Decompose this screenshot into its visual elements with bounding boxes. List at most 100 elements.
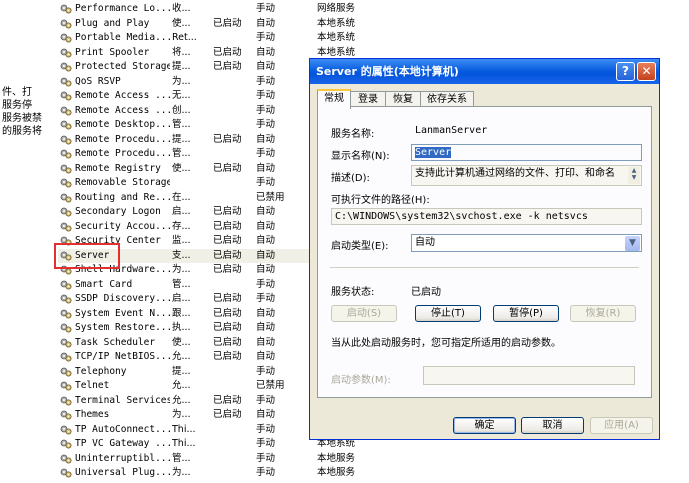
service-name: Remote Registry bbox=[75, 162, 161, 174]
service-gear-icon bbox=[60, 48, 72, 57]
service-status: 已启动 bbox=[213, 206, 242, 217]
service-status-value: 已启动 bbox=[411, 287, 441, 298]
startup-params-field[interactable] bbox=[423, 366, 635, 385]
tab-dependencies[interactable]: 依存关系 bbox=[420, 91, 474, 107]
service-logon: 本地系统 bbox=[317, 32, 356, 43]
service-desc: 提... bbox=[172, 61, 191, 72]
service-startup: 已禁用 bbox=[256, 191, 285, 203]
service-gear-icon bbox=[60, 193, 72, 202]
ok-button[interactable]: 确定 bbox=[453, 417, 516, 434]
service-startup: 自动 bbox=[256, 235, 276, 246]
service-name: Secondary Logon bbox=[75, 206, 161, 217]
service-startup: 自动 bbox=[256, 336, 276, 348]
start-button[interactable]: 启动(S) bbox=[331, 305, 397, 322]
tab-general[interactable]: 常规 bbox=[317, 89, 351, 109]
service-desc: 创... bbox=[172, 104, 191, 116]
description-label: 描述(D): bbox=[331, 173, 370, 184]
service-row[interactable]: Plug and Play 使... 已启动 自动 本地系统 bbox=[58, 17, 358, 32]
startup-params-hint: 当从此处启动服务时，您可指定所适用的启动参数。 bbox=[331, 338, 561, 349]
service-status: 已启动 bbox=[213, 235, 242, 246]
service-startup: 手动 bbox=[256, 75, 276, 87]
service-startup: 自动 bbox=[256, 46, 276, 58]
resume-button[interactable]: 恢复(R) bbox=[570, 305, 636, 322]
description-field[interactable]: 支持此计算机通过网络的文件、打印、和命名 ▲ ▼ bbox=[411, 165, 642, 186]
service-startup: 自动 bbox=[256, 307, 276, 319]
desc-line: 件、打 bbox=[2, 87, 32, 98]
service-startup: 自动 bbox=[256, 351, 276, 362]
service-row[interactable]: Portable Media... Ret... 手动 本地系统 bbox=[58, 31, 358, 46]
service-row[interactable]: Universal Plug... 为... 手动 本地服务 bbox=[58, 466, 358, 481]
service-startup: 自动 bbox=[256, 162, 276, 174]
service-gear-icon bbox=[60, 294, 72, 304]
service-startup: 自动 bbox=[256, 409, 276, 420]
service-gear-icon bbox=[60, 33, 72, 43]
service-name: SSDP Discovery... bbox=[75, 293, 170, 304]
service-gear-icon bbox=[60, 178, 72, 188]
service-name: Remote Access ... bbox=[75, 104, 170, 116]
tab-logon[interactable]: 登录 bbox=[350, 91, 386, 107]
service-gear-icon bbox=[60, 4, 72, 14]
service-gear-icon bbox=[60, 207, 72, 217]
service-gear-icon bbox=[60, 396, 72, 405]
desc-line: 服务被禁 bbox=[2, 113, 42, 124]
service-row[interactable]: Uninterruptibl... 管... 手动 本地服务 bbox=[58, 452, 358, 467]
service-startup: 自动 bbox=[256, 133, 276, 145]
desc-line: 的服务将 bbox=[2, 126, 42, 137]
service-status-label: 服务状态: bbox=[331, 287, 375, 298]
service-startup: 手动 bbox=[256, 394, 276, 406]
service-desc: 允... bbox=[172, 351, 191, 362]
service-gear-icon bbox=[60, 280, 72, 289]
service-desc: 为... bbox=[172, 264, 191, 275]
service-status: 已启动 bbox=[213, 17, 242, 29]
service-startup: 手动 bbox=[256, 467, 276, 478]
general-tab-panel: 服务名称: LanmanServer 显示名称(N): Server 描述(D)… bbox=[317, 106, 652, 398]
service-startup: 手动 bbox=[256, 177, 276, 188]
service-startup: 手动 bbox=[256, 365, 276, 377]
service-name: Uninterruptibl... bbox=[75, 452, 170, 464]
service-desc: 执... bbox=[172, 322, 191, 333]
cancel-button[interactable]: 取消 bbox=[521, 417, 584, 434]
service-desc: Thi... bbox=[172, 423, 196, 435]
service-gear-icon bbox=[60, 454, 72, 463]
service-gear-icon bbox=[60, 19, 72, 28]
service-startup: 手动 bbox=[256, 438, 276, 449]
service-name: Security Accou... bbox=[75, 220, 170, 232]
dialog-titlebar[interactable]: Server 的属性(本地计算机) bbox=[310, 59, 659, 84]
apply-button[interactable]: 应用(A) bbox=[590, 417, 653, 434]
service-desc: 管... bbox=[172, 119, 191, 130]
service-name: Smart Card bbox=[75, 278, 133, 290]
service-startup: 手动 bbox=[256, 278, 276, 290]
service-desc: Thi... bbox=[172, 438, 196, 449]
service-desc: 启... bbox=[172, 293, 191, 304]
service-desc: 收... bbox=[172, 3, 191, 14]
service-gear-icon bbox=[60, 164, 72, 173]
service-row[interactable]: Performance Lo... 收... 手动 网络服务 bbox=[58, 2, 358, 17]
pause-button[interactable]: 暂停(P) bbox=[493, 305, 559, 322]
service-gear-icon bbox=[60, 77, 72, 86]
service-status: 已启动 bbox=[213, 307, 242, 319]
service-gear-icon bbox=[60, 323, 72, 333]
chevron-down-icon[interactable]: ▼ bbox=[625, 236, 640, 251]
help-button[interactable]: ? bbox=[616, 62, 635, 81]
service-desc: 提... bbox=[172, 365, 191, 377]
service-startup: 手动 bbox=[256, 148, 276, 159]
exe-path-field[interactable]: C:\WINDOWS\system32\svchost.exe -k netsv… bbox=[331, 208, 642, 225]
close-button[interactable]: ✕ bbox=[637, 62, 656, 81]
scroll-up-icon[interactable]: ▲ bbox=[628, 167, 640, 174]
service-desc: 监... bbox=[172, 235, 191, 246]
stop-button[interactable]: 停止(T) bbox=[415, 305, 481, 322]
description-scrollbar[interactable]: ▲ ▼ bbox=[628, 167, 640, 184]
display-name-field[interactable]: Server bbox=[411, 144, 642, 161]
service-status: 已启动 bbox=[213, 394, 242, 406]
service-desc: 为... bbox=[172, 409, 191, 420]
service-desc: 为... bbox=[172, 467, 191, 478]
tab-recovery[interactable]: 恢复 bbox=[385, 91, 421, 107]
service-name: Plug and Play bbox=[75, 17, 150, 29]
service-name: System Restore... bbox=[75, 322, 170, 333]
scroll-down-icon[interactable]: ▼ bbox=[628, 174, 640, 181]
exe-path-label: 可执行文件的路径(H): bbox=[331, 195, 430, 206]
service-gear-icon bbox=[60, 62, 72, 72]
service-gear-icon bbox=[60, 352, 72, 362]
startup-type-select[interactable]: 自动 ▼ bbox=[411, 234, 642, 252]
service-logon: 网络服务 bbox=[317, 3, 356, 14]
